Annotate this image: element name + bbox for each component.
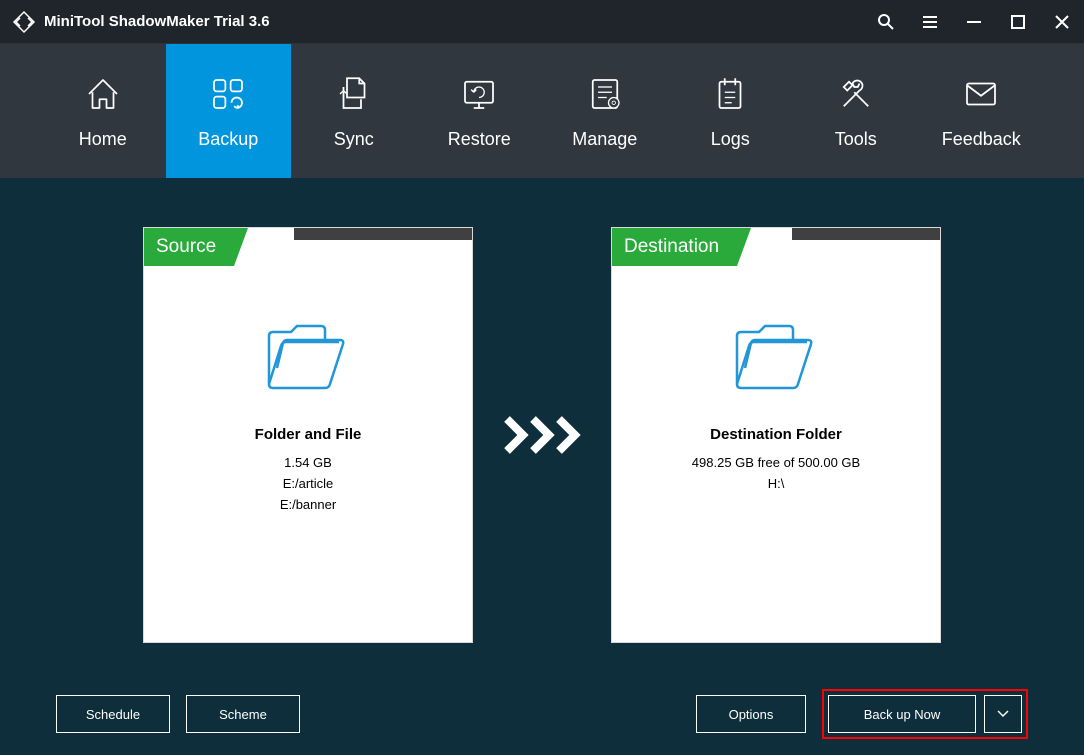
tab-label: Feedback — [942, 129, 1021, 150]
chevron-right-icon — [503, 411, 529, 459]
chevron-right-icon — [529, 411, 555, 459]
footer-bar: Schedule Scheme Options Back up Now — [0, 673, 1084, 755]
source-panel-body: Folder and File 1.54 GB E:/article E:/ba… — [144, 228, 472, 512]
panel-header-bar — [792, 228, 940, 240]
home-icon — [82, 73, 124, 115]
search-icon[interactable] — [876, 12, 896, 32]
source-panel[interactable]: Source Folder and File 1.54 GB E:/articl… — [143, 227, 473, 643]
source-path-0: E:/article — [283, 476, 334, 491]
source-path-1: E:/banner — [280, 497, 336, 512]
window-controls — [876, 12, 1072, 32]
transfer-arrows — [503, 411, 581, 459]
destination-header-label: Destination — [612, 228, 737, 266]
tab-label: Sync — [334, 129, 374, 150]
destination-panel[interactable]: Destination Destination Folder 498.25 GB… — [611, 227, 941, 643]
close-icon[interactable] — [1052, 12, 1072, 32]
source-title: Folder and File — [255, 426, 362, 443]
backup-now-button[interactable]: Back up Now — [828, 695, 976, 733]
chevron-right-icon — [555, 411, 581, 459]
options-button[interactable]: Options — [696, 695, 806, 733]
app-logo: MiniTool ShadowMaker Trial 3.6 — [12, 10, 270, 34]
backup-now-highlight: Back up Now — [822, 689, 1028, 739]
folder-icon — [263, 318, 353, 398]
destination-path: H:\ — [768, 476, 785, 491]
source-size: 1.54 GB — [284, 455, 332, 470]
feedback-icon — [960, 73, 1002, 115]
logo-icon — [12, 10, 36, 34]
tab-logs[interactable]: Logs — [668, 44, 794, 178]
destination-title: Destination Folder — [710, 426, 842, 443]
tab-tools[interactable]: Tools — [793, 44, 919, 178]
destination-panel-body: Destination Folder 498.25 GB free of 500… — [612, 228, 940, 491]
backup-icon — [207, 73, 249, 115]
tab-feedback[interactable]: Feedback — [919, 44, 1045, 178]
tab-manage[interactable]: Manage — [542, 44, 668, 178]
restore-icon — [458, 73, 500, 115]
scheme-button[interactable]: Scheme — [186, 695, 300, 733]
tab-label: Manage — [572, 129, 637, 150]
manage-icon — [584, 73, 626, 115]
main-content: Source Folder and File 1.54 GB E:/articl… — [0, 178, 1084, 672]
tab-backup[interactable]: Backup — [166, 44, 292, 178]
chevron-down-icon — [997, 710, 1009, 718]
destination-panel-header: Destination — [612, 228, 940, 266]
tab-sync[interactable]: Sync — [291, 44, 417, 178]
tab-restore[interactable]: Restore — [417, 44, 543, 178]
panel-header-bar — [294, 228, 472, 240]
folder-icon — [731, 318, 821, 398]
tab-label: Restore — [448, 129, 511, 150]
nav-tabs: Home Backup Sync Restore — [0, 44, 1084, 178]
source-panel-header: Source — [144, 228, 472, 266]
tab-home[interactable]: Home — [40, 44, 166, 178]
backup-now-dropdown[interactable] — [984, 695, 1022, 733]
tab-label: Tools — [835, 129, 877, 150]
app-title: MiniTool ShadowMaker Trial 3.6 — [44, 13, 270, 30]
destination-free-space: 498.25 GB free of 500.00 GB — [692, 455, 860, 470]
maximize-icon[interactable] — [1008, 12, 1028, 32]
tab-label: Backup — [198, 129, 258, 150]
sync-icon — [333, 73, 375, 115]
logs-icon — [709, 73, 751, 115]
titlebar: MiniTool ShadowMaker Trial 3.6 — [0, 0, 1084, 44]
tab-label: Logs — [711, 129, 750, 150]
source-header-label: Source — [144, 228, 234, 266]
minimize-icon[interactable] — [964, 12, 984, 32]
menu-icon[interactable] — [920, 12, 940, 32]
tab-label: Home — [79, 129, 127, 150]
schedule-button[interactable]: Schedule — [56, 695, 170, 733]
tools-icon — [835, 73, 877, 115]
